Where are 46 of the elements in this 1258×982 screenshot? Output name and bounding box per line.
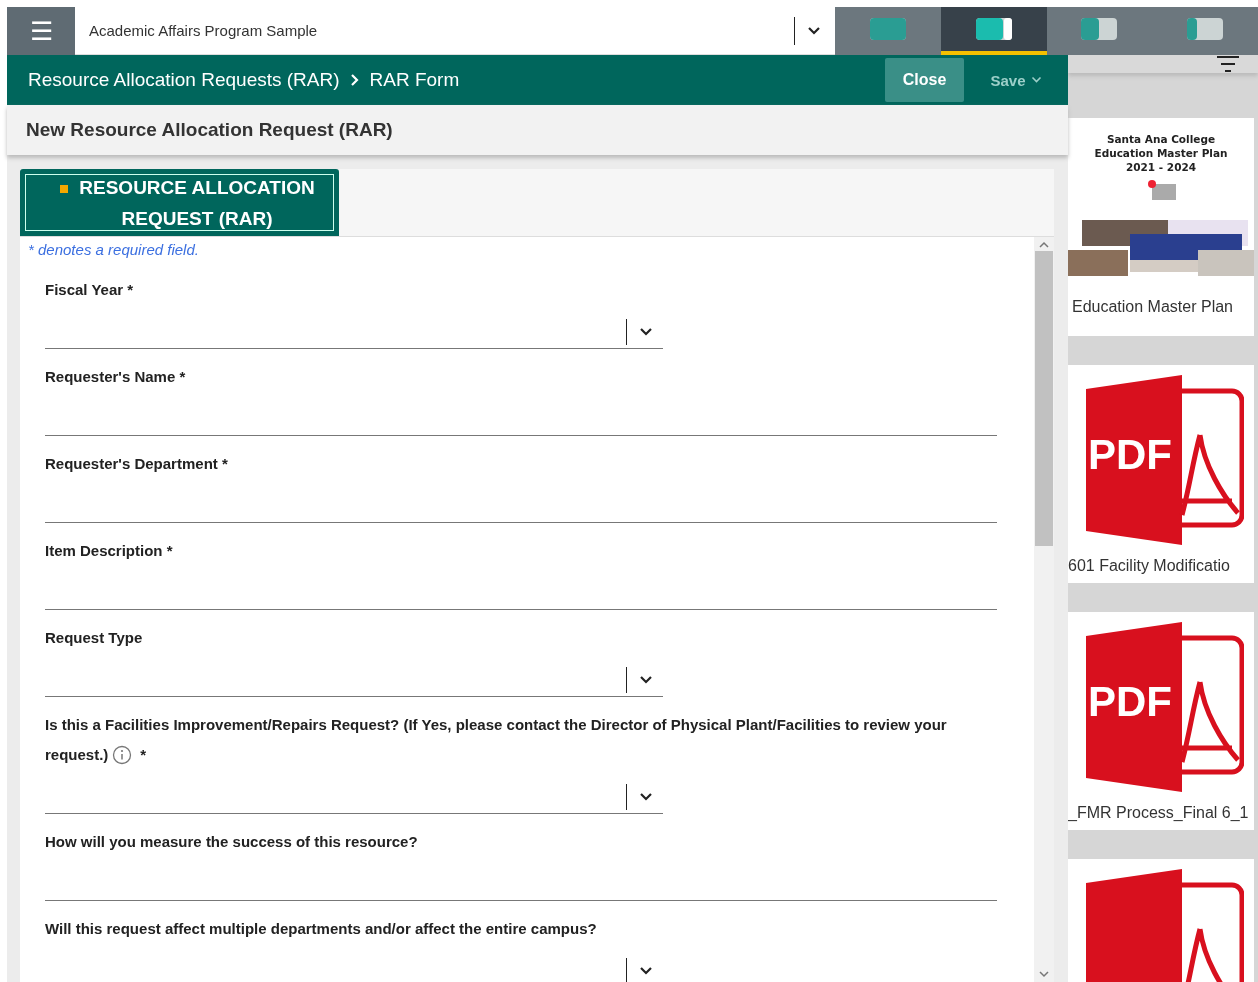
chevron-down-icon xyxy=(1030,76,1042,84)
close-button[interactable]: Close xyxy=(885,58,964,102)
document-card[interactable]: Santa Ana College Education Master Plan 2021 - 2024 Education Master Plan xyxy=(1068,118,1254,336)
form-tab-label: RESOURCE ALLOCATION REQUEST (RAR) xyxy=(78,175,316,231)
menu-button[interactable]: ☰ xyxy=(7,7,75,55)
chevron-down-icon xyxy=(639,791,653,802)
form-tab[interactable]: RESOURCE ALLOCATION REQUEST (RAR) xyxy=(20,169,339,236)
thumbnail-title: Santa Ana College xyxy=(1106,132,1216,146)
breadcrumb-current: RAR Form xyxy=(369,69,460,91)
layout-tab[interactable] xyxy=(940,7,1047,55)
field-label: Will this request affect multiple departments and/or affect the entire campus? xyxy=(45,919,597,939)
thumbnail-title: 2021 - 2024 xyxy=(1125,160,1197,174)
field-label: How will you measure the success of this resource? xyxy=(45,832,418,852)
scroll-down-icon[interactable] xyxy=(1039,970,1049,978)
thumbnail-title: Education Master Plan xyxy=(1094,146,1228,160)
layout-icon xyxy=(974,17,1013,41)
field-label: Requester's Name * xyxy=(45,367,186,387)
bullet-icon xyxy=(60,185,68,193)
document-name: Education Master Plan xyxy=(1071,298,1234,316)
chevron-down-icon xyxy=(639,326,653,337)
document-card[interactable]: PDF _FMR Process_Final 6_1 xyxy=(1068,612,1254,830)
chevron-down-icon xyxy=(639,674,653,685)
chevron-down-icon xyxy=(807,25,821,36)
field-label: Requester's Department * xyxy=(45,454,228,474)
page-title: New Resource Allocation Request (RAR) xyxy=(26,119,393,141)
required-note: * denotes a required field. xyxy=(28,241,200,260)
document-name: 601 Facility Modificatio xyxy=(1068,557,1231,575)
scroll-up-icon[interactable] xyxy=(1039,241,1049,249)
document-card[interactable]: PDF 601 Facility Modificatio xyxy=(1068,365,1254,583)
chevron-right-icon xyxy=(349,73,360,87)
field-label: Fiscal Year * xyxy=(45,280,134,300)
document-name: _FMR Process_Final 6_1 xyxy=(1068,804,1250,822)
field-label: Item Description * xyxy=(45,541,173,561)
layout-icon xyxy=(1080,17,1119,41)
field-label: request.) xyxy=(45,745,109,765)
info-icon[interactable] xyxy=(112,745,133,765)
filter-icon[interactable] xyxy=(1216,55,1240,73)
save-button[interactable]: Save xyxy=(964,70,1068,90)
scrollbar[interactable] xyxy=(1034,237,1054,982)
field-label: Request Type xyxy=(45,628,143,648)
chevron-down-icon xyxy=(639,965,653,976)
layout-icon xyxy=(868,17,907,41)
layout-icon xyxy=(1186,17,1225,41)
required-mark: * xyxy=(140,745,147,765)
breadcrumb-link[interactable]: Resource Allocation Requests (RAR) xyxy=(28,69,340,91)
field-label: Is this a Facilities Improvement/Repairs Request? (If Yes, please contact the Director of Physical Plant/Facilities to review your xyxy=(45,715,947,735)
